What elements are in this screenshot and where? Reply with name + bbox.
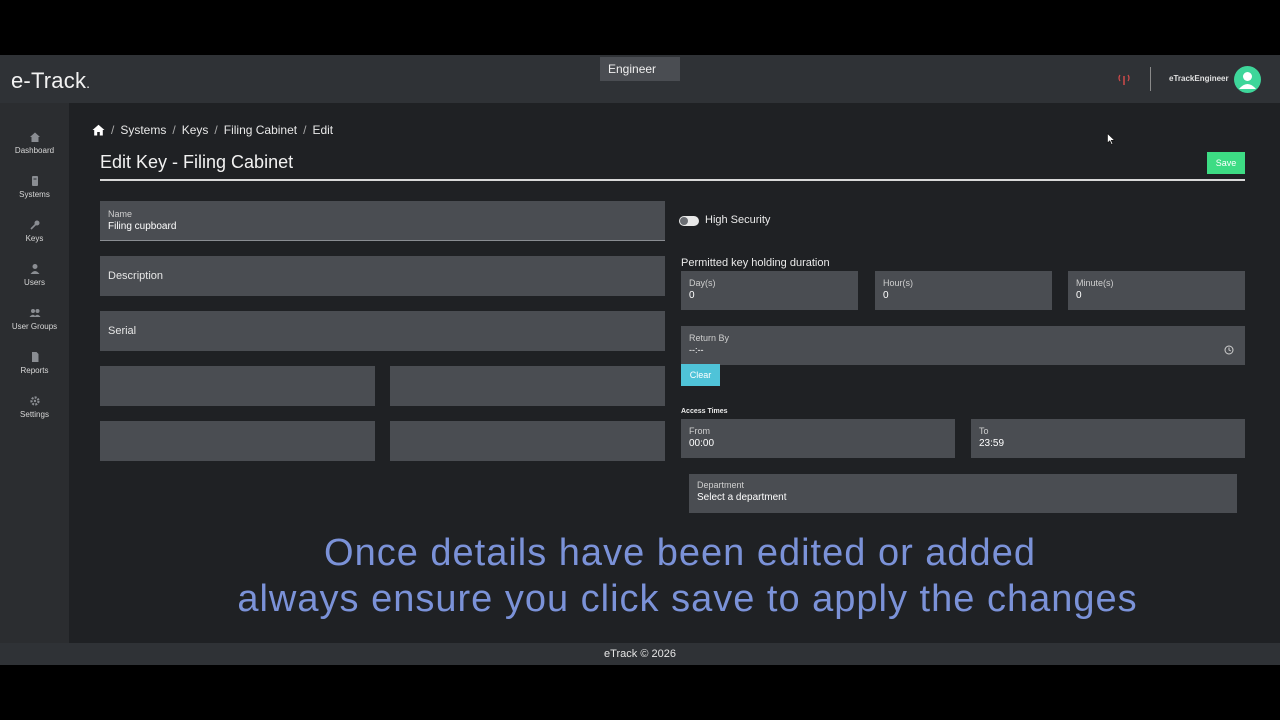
description-placeholder: Description xyxy=(108,270,164,282)
gear-icon xyxy=(29,396,40,406)
minutes-label: Minute(s) xyxy=(1076,278,1114,288)
video-caption: Once details have been edited or added a… xyxy=(0,530,1280,622)
breadcrumb-systems[interactable]: Systems xyxy=(120,123,166,137)
sidebar-item-user-groups[interactable]: User Groups xyxy=(0,307,69,347)
to-value: 23:59 xyxy=(979,438,1005,449)
sidebar-item-dashboard[interactable]: Dashboard xyxy=(0,131,69,171)
server-icon xyxy=(31,176,38,186)
access-from-field[interactable]: From 00:00 xyxy=(681,419,955,458)
department-label: Department xyxy=(697,480,745,490)
return-by-label: Return By xyxy=(689,333,730,343)
key-icon xyxy=(29,220,39,230)
department-select[interactable]: Department Select a department xyxy=(689,474,1237,513)
clock-icon[interactable] xyxy=(1224,345,1234,355)
days-field[interactable]: Day(s) 0 xyxy=(681,271,858,310)
user-icon xyxy=(30,264,39,274)
breadcrumb-separator: / xyxy=(172,123,176,137)
username-label[interactable]: eTrackEngineer xyxy=(1169,74,1229,83)
clear-button[interactable]: Clear xyxy=(681,364,720,386)
high-security-toggle[interactable] xyxy=(679,216,699,226)
app-logo[interactable]: e-Track. xyxy=(11,68,90,94)
sidebar-item-keys[interactable]: Keys xyxy=(0,219,69,259)
from-value: 00:00 xyxy=(689,438,715,449)
hours-value: 0 xyxy=(883,290,889,301)
caption-line-2: always ensure you click save to apply th… xyxy=(237,578,1138,620)
mouse-cursor-icon xyxy=(1107,133,1115,145)
save-button[interactable]: Save xyxy=(1207,152,1245,174)
days-value: 0 xyxy=(689,290,695,301)
toggle-knob xyxy=(680,217,688,225)
extra-field-2[interactable] xyxy=(390,366,665,406)
sidebar-label: Systems xyxy=(19,190,50,199)
access-times-label: Access Times xyxy=(681,408,728,415)
caption-line-1: Once details have been edited or added xyxy=(324,532,1036,574)
title-divider xyxy=(100,179,1245,181)
sidebar-item-settings[interactable]: Settings xyxy=(0,395,69,435)
breadcrumb-separator: / xyxy=(214,123,218,137)
document-icon xyxy=(31,352,38,362)
return-by-value: --:-- xyxy=(689,345,704,355)
home-icon[interactable] xyxy=(92,124,105,136)
sidebar-label: User Groups xyxy=(11,322,58,331)
extra-field-1[interactable] xyxy=(100,366,375,406)
days-label: Day(s) xyxy=(689,278,716,288)
minutes-field[interactable]: Minute(s) 0 xyxy=(1068,271,1245,310)
high-security-label: High Security xyxy=(705,214,771,226)
sidebar-item-users[interactable]: Users xyxy=(0,263,69,303)
duration-label: Permitted key holding duration xyxy=(681,257,830,269)
top-bar: e-Track. Engineer eTrackEngineer xyxy=(0,55,1280,103)
sidebar-label: Settings xyxy=(20,410,49,419)
footer: eTrack © 2026 xyxy=(0,643,1280,665)
breadcrumb: / Systems / Keys / Filing Cabinet / Edit xyxy=(92,123,333,137)
return-by-field[interactable]: Return By --:-- xyxy=(681,326,1245,365)
letterbox-bottom xyxy=(0,665,1280,720)
to-label: To xyxy=(979,426,989,436)
users-icon xyxy=(29,309,40,317)
hours-field[interactable]: Hour(s) 0 xyxy=(875,271,1052,310)
signal-icon[interactable] xyxy=(1117,73,1131,85)
breadcrumb-keys[interactable]: Keys xyxy=(182,123,209,137)
hours-label: Hour(s) xyxy=(883,278,914,288)
serial-field[interactable]: Serial xyxy=(100,311,665,351)
sidebar-item-reports[interactable]: Reports xyxy=(0,351,69,391)
extra-field-3[interactable] xyxy=(100,421,375,461)
access-to-field[interactable]: To 23:59 xyxy=(971,419,1245,458)
role-badge: Engineer xyxy=(600,57,680,81)
user-avatar-icon xyxy=(1239,72,1256,89)
avatar[interactable] xyxy=(1234,66,1261,93)
sidebar-label: Users xyxy=(24,278,45,287)
topbar-divider xyxy=(1150,67,1151,91)
page-title: Edit Key - Filing Cabinet xyxy=(100,152,294,172)
name-field[interactable]: Name Filing cupboard xyxy=(100,201,665,241)
app-window: e-Track. Engineer eTrackEngineer Dashboa… xyxy=(0,55,1280,665)
home-icon xyxy=(29,132,40,142)
breadcrumb-separator: / xyxy=(303,123,307,137)
name-value: Filing cupboard xyxy=(108,221,177,232)
name-label: Name xyxy=(108,209,133,219)
sidebar-label: Reports xyxy=(20,366,49,375)
sidebar-label: Keys xyxy=(25,234,44,243)
sidebar-label: Dashboard xyxy=(14,146,55,155)
sidebar-item-systems[interactable]: Systems xyxy=(0,175,69,215)
serial-placeholder: Serial xyxy=(108,325,137,337)
department-value: Select a department xyxy=(697,492,787,503)
from-label: From xyxy=(689,426,710,436)
description-field[interactable]: Description xyxy=(100,256,665,296)
breadcrumb-edit: Edit xyxy=(312,123,334,137)
breadcrumb-filing-cabinet[interactable]: Filing Cabinet xyxy=(224,123,297,137)
minutes-value: 0 xyxy=(1076,290,1082,301)
letterbox-top xyxy=(0,0,1280,55)
breadcrumb-separator: / xyxy=(111,123,115,137)
extra-field-4[interactable] xyxy=(390,421,665,461)
